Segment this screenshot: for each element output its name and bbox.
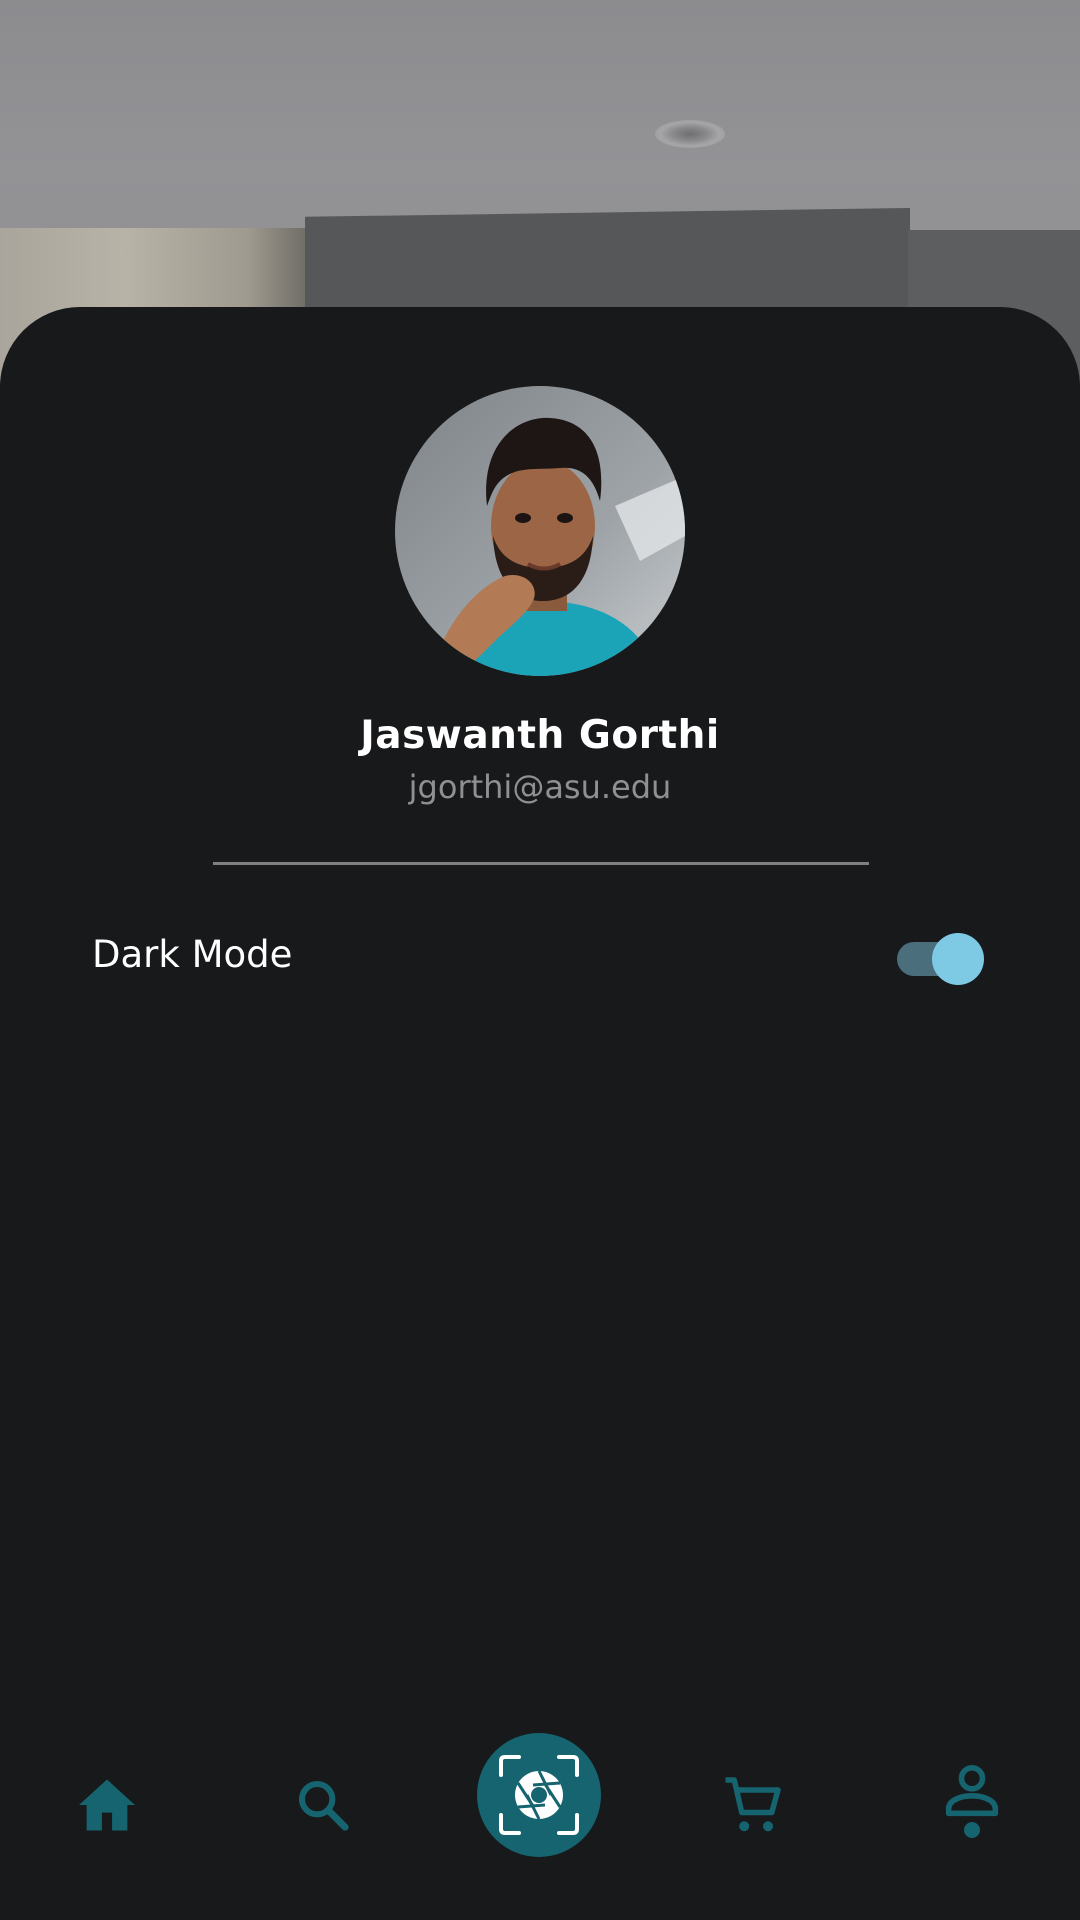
nav-search-button[interactable] (288, 1770, 358, 1840)
dark-mode-setting: Dark Mode (92, 925, 988, 989)
nav-camera-scan-button[interactable] (477, 1733, 601, 1857)
avatar-image (395, 386, 685, 676)
active-tab-indicator (964, 1822, 980, 1838)
person-icon (945, 1765, 999, 1817)
dark-mode-label: Dark Mode (92, 933, 293, 976)
divider (213, 862, 869, 865)
nav-cart-button[interactable] (718, 1770, 788, 1840)
nav-profile-button[interactable] (937, 1755, 1007, 1825)
search-icon (298, 1780, 349, 1831)
user-email: jgorthi@asu.edu (408, 768, 672, 806)
avatar[interactable] (395, 386, 685, 676)
ceiling-light (655, 120, 725, 148)
user-name: Jaswanth Gorthi (360, 713, 720, 758)
nav-home-button[interactable] (72, 1770, 142, 1840)
profile-screen: Jaswanth Gorthi jgorthi@asu.edu Dark Mod… (0, 0, 1080, 1920)
dark-mode-toggle[interactable] (895, 933, 984, 985)
cart-icon (725, 1777, 781, 1832)
toggle-thumb (932, 933, 984, 985)
bottom-navigation (0, 1675, 1080, 1920)
home-icon (79, 1779, 135, 1831)
camera-scan-icon (499, 1755, 579, 1835)
